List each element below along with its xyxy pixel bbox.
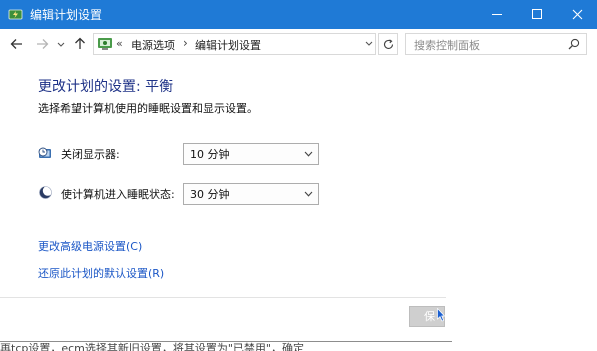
chevron-down-icon [365, 41, 373, 46]
close-button[interactable] [557, 0, 597, 29]
maximize-icon [532, 9, 542, 19]
breadcrumb-overflow[interactable]: « [116, 37, 123, 50]
footer-divider [0, 297, 446, 298]
turn-off-display-label: 关闭显示器: [61, 148, 120, 161]
maximize-button[interactable] [517, 0, 557, 29]
sleep-select[interactable]: 30 分钟 [183, 183, 319, 205]
breadcrumb-edit-plan[interactable]: 编辑计划设置 [195, 37, 261, 53]
refresh-button[interactable] [378, 33, 398, 55]
turn-off-display-select[interactable]: 10 分钟 [183, 143, 319, 165]
advanced-power-settings-link[interactable]: 更改高级电源设置(C) [38, 240, 142, 253]
arrow-left-icon [10, 39, 22, 49]
breadcrumb-separator[interactable]: › [183, 36, 188, 50]
refresh-icon [383, 39, 393, 50]
mouse-cursor-icon [437, 308, 445, 322]
close-icon [572, 9, 583, 20]
breadcrumb-power-options[interactable]: 电源选项 [131, 37, 175, 53]
arrow-up-icon [75, 37, 85, 49]
address-bar[interactable]: « 电源选项 › 编辑计划设置 [93, 33, 376, 55]
window-title: 编辑计划设置 [30, 8, 103, 22]
chevron-down-icon [304, 151, 313, 157]
moon-icon [39, 185, 53, 199]
sleep-value: 30 分钟 [190, 188, 230, 201]
search-box[interactable]: 搜索控制面板 [405, 33, 587, 55]
turn-off-display-value: 10 分钟 [190, 148, 230, 161]
minimize-icon [492, 14, 502, 15]
recent-locations-button[interactable] [56, 35, 66, 53]
restore-defaults-link[interactable]: 还原此计划的默认设置(R) [38, 267, 164, 280]
control-panel-icon [98, 38, 112, 50]
address-dropdown-button[interactable] [362, 34, 376, 54]
arrow-right-icon [36, 39, 48, 49]
chevron-down-icon [57, 42, 65, 47]
caption-text: 再tcp设置，ecm选择其新旧设置，将其设置为"已禁用"，确定 [0, 342, 304, 351]
minimize-button[interactable] [477, 0, 517, 29]
page-description: 选择希望计算机使用的睡眠设置和显示设置。 [38, 102, 258, 115]
chevron-down-icon [304, 191, 313, 197]
page-title: 更改计划的设置: 平衡 [38, 79, 174, 95]
power-options-icon [8, 9, 23, 20]
search-input[interactable]: 搜索控制面板 [414, 37, 480, 53]
title-bar: 编辑计划设置 [0, 0, 597, 29]
navigation-bar: « 电源选项 › 编辑计划设置 搜索控制面板 [0, 29, 597, 59]
up-button[interactable] [72, 35, 88, 53]
display-clock-icon [38, 147, 51, 158]
sleep-label: 使计算机进入睡眠状态: [61, 188, 175, 201]
search-icon[interactable] [568, 38, 580, 50]
forward-button[interactable] [34, 35, 50, 53]
back-button[interactable] [8, 35, 24, 53]
